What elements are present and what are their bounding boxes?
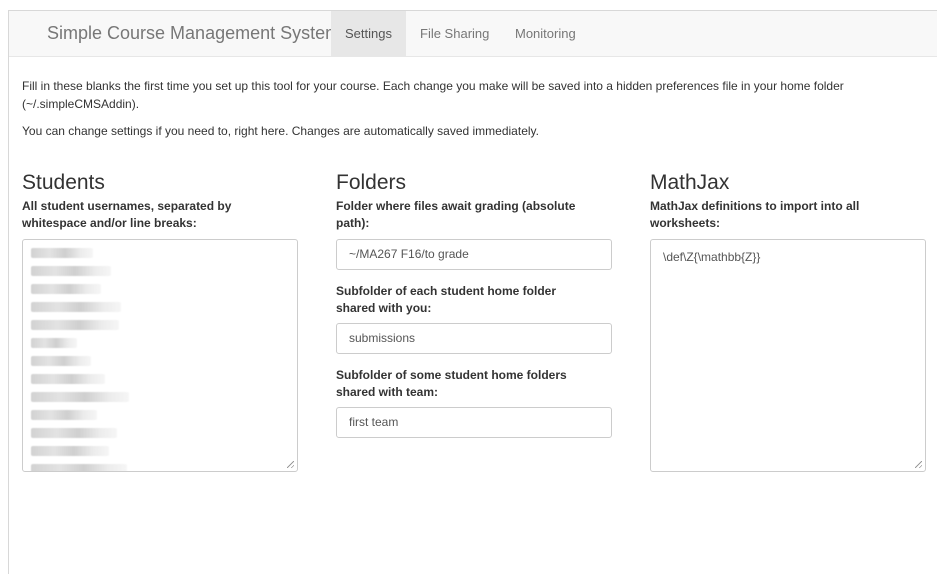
- resize-handle-icon[interactable]: [287, 461, 294, 468]
- redacted-username: [31, 338, 77, 348]
- team-folder-label: Subfolder of some student home folders s…: [336, 367, 612, 401]
- redacted-username: [31, 410, 97, 420]
- redacted-username: [31, 392, 129, 402]
- redacted-username: [31, 428, 117, 438]
- mathjax-section: MathJax MathJax definitions to import in…: [650, 166, 926, 472]
- redacted-username: [31, 446, 109, 456]
- students-textarea[interactable]: [22, 239, 298, 472]
- students-heading: Students: [22, 171, 105, 194]
- submissions-folder-label-line2: shared with you:: [336, 301, 432, 315]
- submissions-folder-label: Subfolder of each student home folder sh…: [336, 283, 612, 317]
- team-folder-input[interactable]: first team: [336, 407, 612, 438]
- grading-folder-label: Folder where files await grading (absolu…: [336, 198, 612, 232]
- resize-handle-icon[interactable]: [915, 461, 922, 468]
- tab-settings[interactable]: Settings: [331, 11, 406, 56]
- redacted-username: [31, 248, 93, 258]
- redacted-username: [31, 302, 121, 312]
- team-folder-label-line2: shared with team:: [336, 385, 439, 399]
- redacted-username: [31, 374, 105, 384]
- intro-text-line1b: (~/.simpleCMSAddin).: [22, 97, 140, 111]
- redacted-username: [31, 266, 111, 276]
- mathjax-label-line1: MathJax definitions to import into all: [650, 199, 860, 213]
- tab-monitoring[interactable]: Monitoring: [501, 11, 590, 56]
- tab-file-sharing[interactable]: File Sharing: [406, 11, 503, 56]
- submissions-folder-label-line1: Subfolder of each student home folder: [336, 284, 557, 298]
- intro-text-line2: You can change settings if you need to, …: [22, 124, 539, 138]
- grading-folder-label-line1: Folder where files await grading (absolu…: [336, 199, 576, 213]
- students-label-line2: whitespace and/or line breaks:: [22, 216, 197, 230]
- intro-text-line1: Fill in these blanks the first time you …: [22, 79, 844, 93]
- navbar: Simple Course Management System Settings…: [9, 11, 937, 57]
- submissions-folder-input[interactable]: submissions: [336, 323, 612, 354]
- redacted-username: [31, 464, 127, 471]
- redacted-username: [31, 284, 101, 294]
- folders-section: Folders Folder where files await grading…: [336, 166, 612, 438]
- mathjax-textarea[interactable]: \def\Z{\mathbb{Z}}: [650, 239, 926, 472]
- grading-folder-label-line2: path):: [336, 216, 370, 230]
- students-label: All student usernames, separated by whit…: [22, 198, 298, 232]
- students-label-line1: All student usernames, separated by: [22, 199, 232, 213]
- students-section: Students All student usernames, separate…: [22, 166, 298, 472]
- redacted-username: [31, 356, 91, 366]
- team-folder-label-line1: Subfolder of some student home folders: [336, 368, 567, 382]
- grading-folder-input[interactable]: ~/MA267 F16/to grade: [336, 239, 612, 270]
- mathjax-label: MathJax definitions to import into all w…: [650, 198, 926, 232]
- redacted-username: [31, 320, 119, 330]
- app-brand[interactable]: Simple Course Management System: [47, 23, 340, 44]
- mathjax-label-line2: worksheets:: [650, 216, 721, 230]
- folders-heading: Folders: [336, 171, 407, 194]
- mathjax-definitions-text: \def\Z{\mathbb{Z}}: [663, 250, 761, 264]
- mathjax-heading: MathJax: [650, 171, 730, 194]
